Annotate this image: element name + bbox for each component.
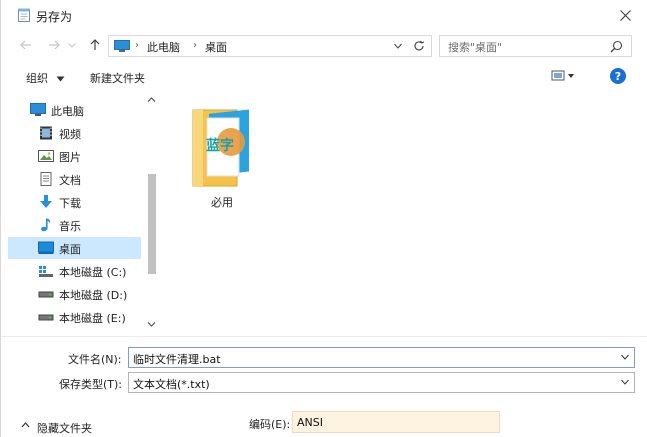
desktop-icon: [38, 241, 54, 254]
organize-menu[interactable]: 组织: [26, 70, 65, 86]
sidebar-item-label: 本地磁盘 (E:): [59, 312, 126, 325]
refresh-icon[interactable]: [412, 39, 426, 53]
recent-dropdown-button[interactable]: [64, 37, 80, 53]
sidebar-item-label: 下载: [59, 197, 81, 210]
chevron-up-icon[interactable]: [21, 421, 30, 429]
sidebar-item-music[interactable]: 音乐: [8, 214, 141, 236]
computer-icon: [30, 103, 46, 116]
filename-label: 文件名(N):: [68, 353, 122, 366]
file-item-label: 必用: [211, 196, 233, 209]
encoding-select[interactable]: ANSI: [292, 411, 500, 433]
chevron-down-icon: [68, 42, 76, 48]
sidebar-item-label: 图片: [59, 151, 81, 164]
chevron-down-icon[interactable]: [620, 351, 630, 363]
up-button[interactable]: [87, 37, 103, 53]
dropdown-arrow-icon: [56, 76, 64, 82]
hide-folders-button[interactable]: 隐藏文件夹: [37, 420, 92, 436]
video-icon: [40, 126, 52, 140]
breadcrumb-desktop[interactable]: 桌面: [205, 39, 227, 55]
picture-icon: [38, 150, 54, 162]
sidebar-item-videos[interactable]: 视频: [8, 122, 141, 144]
sidebar-item-this-pc[interactable]: 此电脑: [8, 99, 141, 121]
filetype-select[interactable]: 文本文档(*.txt): [128, 372, 635, 393]
encoding-label: 编码(E):: [249, 418, 291, 431]
navigation-pane: 此电脑 视频 图片 文档 下载 音乐 桌面 本地磁盘 (C:) 本地磁盘 (D:…: [8, 94, 156, 336]
scrollbar-thumb[interactable]: [148, 174, 156, 274]
download-icon: [40, 195, 52, 208]
forward-button[interactable]: [46, 37, 62, 53]
scroll-down-icon[interactable]: [147, 321, 156, 328]
save-as-dialog: 另存为 › 此电脑 › 桌面 搜索"桌面" 组织 新建文件夹 ? 此电脑 视频 …: [0, 0, 647, 437]
encoding-value: ANSI: [297, 416, 323, 429]
search-box[interactable]: 搜索"桌面": [439, 35, 632, 57]
sidebar-item-label: 视频: [59, 128, 81, 141]
back-button[interactable]: [18, 37, 34, 53]
drive-icon: [38, 291, 54, 298]
folder-overlay-text: 蓝字: [206, 137, 234, 154]
help-button[interactable]: ?: [610, 68, 626, 84]
chevron-down-icon[interactable]: [393, 39, 403, 53]
sidebar-item-downloads[interactable]: 下载: [8, 191, 141, 213]
sidebar-item-drive-c[interactable]: 本地磁盘 (C:): [8, 260, 141, 282]
sidebar-item-label: 本地磁盘 (D:): [59, 289, 128, 302]
drive-c-icon: [39, 266, 53, 277]
new-folder-button[interactable]: 新建文件夹: [90, 70, 145, 86]
scroll-up-icon[interactable]: [147, 96, 156, 103]
sidebar-item-label: 此电脑: [51, 105, 84, 118]
view-icon: [551, 70, 574, 81]
view-options-button[interactable]: [549, 69, 575, 86]
close-icon: [619, 9, 631, 21]
help-icon: ?: [614, 69, 622, 83]
sidebar-item-label: 文档: [59, 174, 81, 187]
filetype-label: 保存类型(T):: [59, 378, 123, 391]
notepad-icon: [18, 8, 30, 22]
folder-icon: 蓝字: [192, 109, 249, 187]
breadcrumb-this-pc[interactable]: 此电脑: [147, 39, 180, 55]
computer-icon: [114, 40, 130, 52]
sidebar-item-pictures[interactable]: 图片: [8, 145, 141, 167]
search-icon[interactable]: [610, 40, 623, 53]
window-title: 另存为: [36, 10, 73, 24]
sidebar-item-drive-d[interactable]: 本地磁盘 (D:): [8, 283, 141, 305]
up-arrow-icon: [90, 39, 100, 50]
sidebar-item-desktop[interactable]: 桌面: [8, 237, 141, 259]
sidebar-item-drive-e[interactable]: 本地磁盘 (E:): [8, 306, 141, 328]
music-icon: [41, 218, 51, 232]
title-bar: 另存为: [1, 0, 647, 30]
chevron-down-icon[interactable]: [620, 376, 630, 388]
filename-field[interactable]: 临时文件清理.bat: [128, 347, 635, 368]
file-item-folder[interactable]: 蓝字 必用: [187, 104, 257, 209]
sidebar-item-label: 音乐: [59, 220, 81, 233]
document-icon: [40, 172, 52, 186]
sidebar-item-label: 桌面: [59, 243, 81, 256]
breadcrumb-separator: ›: [193, 40, 197, 51]
sidebar-item-documents[interactable]: 文档: [8, 168, 141, 190]
search-input[interactable]: 搜索"桌面": [448, 39, 502, 55]
drive-icon: [38, 314, 54, 321]
organize-label: 组织: [26, 72, 48, 85]
back-arrow-icon: [20, 40, 31, 50]
forward-arrow-icon: [49, 40, 60, 50]
filetype-value: 文本文档(*.txt): [133, 378, 210, 391]
address-bar[interactable]: › 此电脑 › 桌面: [108, 35, 432, 57]
filename-input[interactable]: 临时文件清理.bat: [133, 351, 221, 367]
close-button[interactable]: [613, 4, 637, 26]
breadcrumb-separator: ›: [135, 40, 139, 51]
sidebar-item-label: 本地磁盘 (C:): [59, 266, 127, 279]
